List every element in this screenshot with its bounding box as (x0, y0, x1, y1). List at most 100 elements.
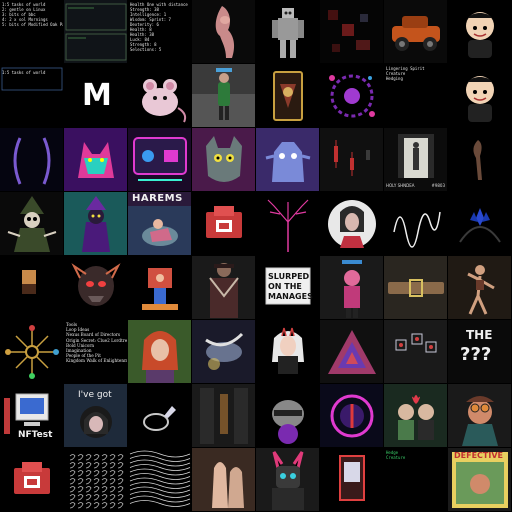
pink-avatar-artwork (342, 260, 362, 318)
nft-thumbnail-r2c1[interactable] (64, 128, 128, 192)
nft-thumbnail-r2c2[interactable] (128, 128, 192, 192)
pixel-dark-red-artwork (328, 10, 370, 52)
dark-alley-artwork (200, 388, 248, 444)
sign-text: MANAGES (268, 292, 313, 301)
nft-thumbnail-r3c6[interactable] (384, 192, 448, 256)
nft-thumbnail-r5c2[interactable] (128, 320, 192, 384)
nft-thumbnail-r5c7[interactable]: THE??? (448, 320, 512, 384)
nft-thumbnail-r2c4[interactable] (256, 128, 320, 192)
caption-text: NFTest (18, 430, 53, 440)
nft-thumbnail-r3c1[interactable] (64, 192, 128, 256)
nft-thumbnail-r0c3[interactable] (192, 0, 256, 64)
nft-thumbnail-r5c4[interactable] (256, 320, 320, 384)
nft-thumbnail-r0c2[interactable]: Health One with distance Strength: 38 Inte… (128, 0, 192, 64)
nft-thumbnail-r1c5[interactable] (320, 64, 384, 128)
nft-thumbnail-r4c3[interactable] (192, 256, 256, 320)
nft-thumbnail-r1c3[interactable] (192, 64, 256, 128)
nft-thumbnail-r5c3[interactable] (192, 320, 256, 384)
candle-chart-artwork (334, 140, 370, 176)
nft-thumbnail-r7c0[interactable] (0, 448, 64, 512)
nft-thumbnail-r4c0[interactable] (0, 256, 64, 320)
orange-car-artwork (392, 16, 440, 51)
bodies-artwork (212, 462, 244, 508)
nft-thumbnail-r4c6[interactable] (384, 256, 448, 320)
nft-thumbnail-r7c4[interactable] (256, 448, 320, 512)
nft-thumbnail-r6c6[interactable] (384, 384, 448, 448)
thumbnail-letter: M (82, 78, 112, 113)
nft-thumbnail-r6c4[interactable] (256, 384, 320, 448)
red-box-artwork (14, 462, 50, 494)
grey-cat-artwork (206, 136, 242, 182)
sign-text: SLURPED (268, 272, 310, 281)
blurry-bird-artwork (205, 332, 244, 370)
nft-thumbnail-r6c1[interactable]: I've got (64, 384, 128, 448)
nft-thumbnail-r7c6[interactable]: Hedge Creature (384, 448, 448, 512)
nft-thumbnail-r0c0[interactable]: 1:5 tasks of world 2: gentle on Linux 3: b… (0, 0, 64, 64)
nft-thumbnail-r6c0[interactable]: NFTest (0, 384, 64, 448)
nft-thumbnail-r7c5[interactable] (320, 448, 384, 512)
nft-thumbnail-r6c2[interactable] (128, 384, 192, 448)
neon-wolf-artwork (64, 128, 127, 191)
thin-figure-artwork (473, 140, 482, 180)
thumbnail-text: 1:5 tasks of world (2, 70, 61, 75)
nft-thumbnail-r5c0[interactable] (0, 320, 64, 384)
nft-thumbnail-r4c1[interactable] (64, 256, 128, 320)
triangle-artwork (328, 330, 376, 374)
text-line: 5: bits of Modified Oak Paper (2, 22, 63, 27)
nft-thumbnail-r5c6[interactable] (384, 320, 448, 384)
nft-thumbnail-r0c4[interactable] (256, 0, 320, 64)
nft-gallery-grid: 1:5 tasks of world 2: gentle on Linux 3: b… (0, 0, 512, 512)
nft-thumbnail-r2c0[interactable] (0, 128, 64, 192)
chibi-dark-artwork (466, 12, 494, 58)
nft-thumbnail-r2c7[interactable] (448, 128, 512, 192)
nft-thumbnail-r1c7[interactable] (448, 64, 512, 128)
nft-thumbnail-r1c0[interactable]: 1:5 tasks of world (0, 64, 64, 128)
nft-thumbnail-r5c1[interactable]: Tools Loop Ideas Nexus Board of Directors O… (64, 320, 128, 384)
nft-thumbnail-r3c4[interactable] (256, 192, 320, 256)
nft-thumbnail-r3c3[interactable] (192, 192, 256, 256)
text-line: 1:5 tasks of world (2, 70, 46, 75)
nft-thumbnail-r2c3[interactable] (192, 128, 256, 192)
nft-thumbnail-r4c7[interactable] (448, 256, 512, 320)
nft-thumbnail-r3c0[interactable] (0, 192, 64, 256)
question-mark-text: ??? (460, 344, 492, 365)
glyph-grid-artwork (69, 454, 124, 509)
nft-thumbnail-r6c7[interactable] (448, 384, 512, 448)
nft-thumbnail-r0c1[interactable] (64, 0, 128, 64)
jacket-figure-artwork (209, 263, 239, 318)
nft-thumbnail-r5c5[interactable] (320, 320, 384, 384)
purple-mage-artwork (82, 196, 110, 252)
headline-text: DEFECTIVE (454, 451, 503, 460)
nft-thumbnail-r0c5[interactable] (320, 0, 384, 64)
nft-thumbnail-r3c7[interactable] (448, 192, 512, 256)
nft-thumbnail-r6c3[interactable] (192, 384, 256, 448)
nft-thumbnail-r7c2[interactable] (128, 448, 192, 512)
nft-thumbnail-r4c2[interactable] (128, 256, 192, 320)
nft-thumbnail-r7c3[interactable] (192, 448, 256, 512)
nft-thumbnail-r7c7[interactable]: DEFECTIVE (448, 448, 512, 512)
nft-thumbnail-r1c6[interactable]: Lingering Spirit Creature Hedging (384, 64, 448, 128)
nft-thumbnail-r2c6[interactable]: HOLY SHNDEA #9803 (384, 128, 448, 192)
pink-tree-artwork (267, 199, 309, 252)
nft-thumbnail-r6c5[interactable] (320, 384, 384, 448)
text-line: Nexus Board of Directors (66, 332, 121, 338)
blue-hands-artwork (459, 208, 501, 243)
anime-girl-artwork (272, 327, 304, 374)
nft-thumbnail-r4c4[interactable]: SLURPED ON THE MANAGES (256, 256, 320, 320)
text-line: Creature (386, 455, 406, 460)
nft-thumbnail-r1c2[interactable] (128, 64, 192, 128)
nft-thumbnail-r2c5[interactable] (320, 128, 384, 192)
skeleton-wizard-artwork (7, 196, 57, 252)
nft-thumbnail-r0c7[interactable] (448, 0, 512, 64)
nft-thumbnail-r3c2[interactable]: HAREMS (128, 192, 192, 256)
nft-thumbnail-r4c5[interactable] (320, 256, 384, 320)
sign-text: ON THE (268, 282, 302, 291)
nft-thumbnail-r3c5[interactable] (320, 192, 384, 256)
pixel-scene-artwork (142, 268, 178, 310)
ring-artwork (143, 406, 176, 431)
nft-thumbnail-r1c4[interactable] (256, 64, 320, 128)
nft-thumbnail-r7c1[interactable] (64, 448, 128, 512)
nft-thumbnail-r1c1[interactable]: M (64, 64, 128, 128)
text-line: Selections: 5 (130, 47, 162, 52)
nft-thumbnail-r0c6[interactable] (384, 0, 448, 64)
